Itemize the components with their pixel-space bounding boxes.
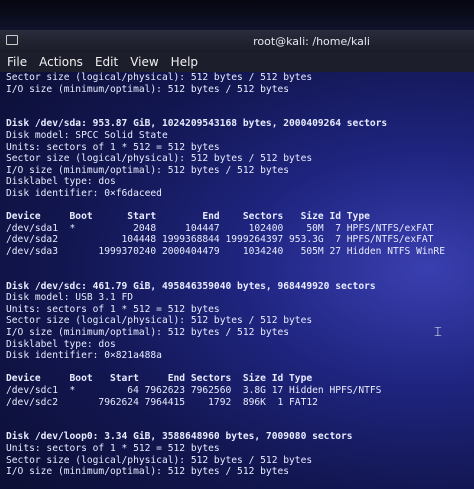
menu-edit[interactable]: Edit bbox=[88, 52, 123, 69]
terminal-line: Disklabel type: dos bbox=[6, 176, 116, 188]
terminal-line: I/O size (minimum/optimal): 512 bytes / … bbox=[6, 164, 290, 176]
terminal-line: /dev/sda2 104448 1999368844 1999264397 9… bbox=[6, 234, 434, 246]
terminal-line: /dev/sda1 * 2048 104447 102400 50M 7 HPF… bbox=[6, 222, 434, 234]
terminal-line: Disklabel type: dos bbox=[6, 338, 116, 350]
window-title: root@kali: /home/kali bbox=[253, 35, 370, 48]
terminal-line: I/O size (minimum/optimal): 512 bytes / … bbox=[6, 83, 290, 95]
terminal-line: Device Boot Start End Sectors Size Id Ty… bbox=[6, 211, 370, 223]
terminal-line: Units: sectors of 1 * 512 = 512 bytes bbox=[6, 443, 220, 454]
terminal-line: Sector size (logical/physical): 512 byte… bbox=[6, 72, 313, 83]
title-bar[interactable]: root@kali: /home/kali bbox=[0, 30, 474, 52]
terminal-line: Disk /dev/sdc: 461.79 GiB, 495846359040 … bbox=[6, 280, 376, 292]
terminal-line: Disk model: SPCC Solid State bbox=[6, 129, 168, 141]
terminal-line: Units: sectors of 1 * 512 = 512 bytes bbox=[6, 141, 220, 153]
terminal-line: Disk model: USB 3.1 FD bbox=[6, 292, 134, 304]
terminal-line: Sector size (logical/physical): 512 byte… bbox=[6, 315, 313, 327]
terminal-line: Device Boot Start End Sectors Size Id Ty… bbox=[6, 373, 313, 385]
menu-bar: File Actions Edit View Help bbox=[0, 52, 474, 72]
terminal-line: Disk identifier: 0×821a488a bbox=[6, 350, 162, 362]
menu-actions[interactable]: Actions bbox=[32, 52, 88, 69]
menu-help[interactable]: Help bbox=[164, 52, 203, 69]
terminal-line: Sector size (logical/physical): 512 byte… bbox=[6, 153, 313, 165]
screen: root@kali: /home/kali File Actions Edit Vie… bbox=[0, 0, 474, 489]
terminal-line: Units: sectors of 1 * 512 = 512 bytes bbox=[6, 303, 220, 315]
terminal-line: /dev/sda3 1999370240 2000404479 1034240 … bbox=[6, 245, 445, 257]
terminal-line: I/O size (minimum/optimal): 512 bytes / … bbox=[6, 327, 290, 339]
menu-view[interactable]: View bbox=[123, 52, 163, 69]
terminal-line: Sector size (logical/physical): 512 byte… bbox=[6, 454, 313, 466]
terminal-line: /dev/sdc2 7962624 7964415 1792 896K 1 FA… bbox=[6, 396, 318, 408]
terminal-line: Disk identifier: 0×f6daceed bbox=[6, 187, 162, 199]
terminal-line: I/O size (minimum/optimal): 512 bytes / … bbox=[6, 466, 290, 478]
text-cursor-icon: ⌶ bbox=[434, 325, 442, 340]
terminal-line: /dev/sdc1 * 64 7962623 7962560 3.8G 17 H… bbox=[6, 385, 382, 397]
screen-bezel bbox=[0, 0, 474, 30]
terminal-output[interactable]: Sector size (logical/physical): 512 byte… bbox=[6, 72, 472, 478]
terminal-line: Disk /dev/sda: 953.87 GiB, 1024209543168… bbox=[6, 118, 388, 130]
menu-file[interactable]: File bbox=[0, 52, 32, 69]
terminal-line: Disk /dev/loop0: 3.34 GiB, 3588648960 by… bbox=[6, 431, 353, 443]
